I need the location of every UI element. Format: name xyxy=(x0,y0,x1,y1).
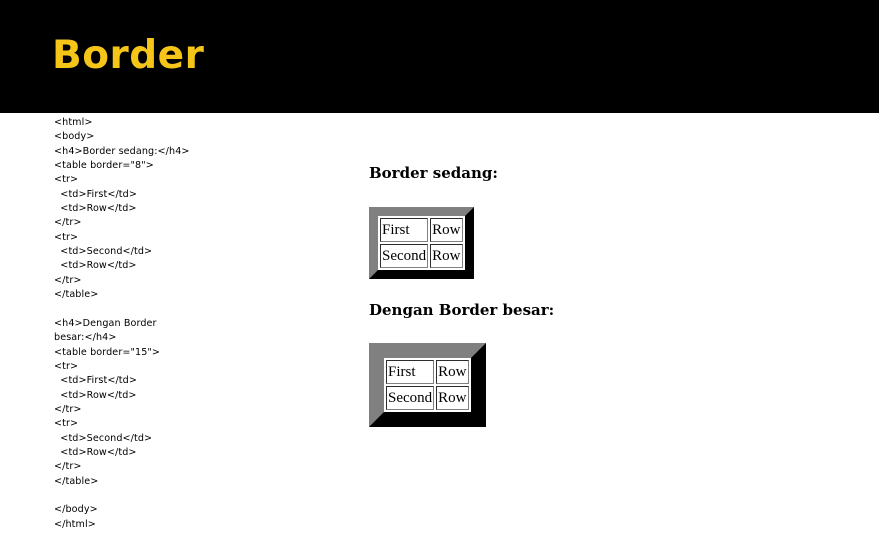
code-line: <td>Row</td> xyxy=(54,446,137,458)
preview-heading-sedang: Border sedang: xyxy=(369,164,498,182)
code-line: <h4>Border sedang:</h4> xyxy=(54,145,190,157)
code-listing: <html> <body> <h4>Border sedang:</h4> <t… xyxy=(54,116,190,532)
code-line: <tr> xyxy=(54,231,79,243)
code-line: </html> xyxy=(54,518,96,530)
table-row: First Row xyxy=(386,360,469,384)
slide-header: Border xyxy=(0,0,879,113)
table-row: First Row xyxy=(380,218,463,242)
code-line: <body> xyxy=(54,131,95,143)
code-line: <td>First</td> xyxy=(54,375,137,387)
preview-table-sedang: First Row Second Row xyxy=(369,207,474,279)
slide-title: Border xyxy=(52,33,205,78)
code-line: </table> xyxy=(54,475,99,487)
code-line: <tr> xyxy=(54,174,79,186)
code-line: <td>Row</td> xyxy=(54,389,137,401)
code-line: </tr> xyxy=(54,403,82,415)
code-line: <td>Row</td> xyxy=(54,203,137,215)
table-cell: First xyxy=(380,218,429,242)
code-line: </body> xyxy=(54,504,98,516)
code-line: <td>Second</td> xyxy=(54,432,153,444)
table-cell: Row xyxy=(436,360,469,384)
table-cell: Second xyxy=(380,244,429,268)
code-line: </tr> xyxy=(54,461,82,473)
table-cell: Second xyxy=(386,386,435,410)
code-line: <table border="15"> xyxy=(54,346,161,358)
code-line: </tr> xyxy=(54,274,82,286)
table-row: Second Row xyxy=(380,244,463,268)
code-line: </table> xyxy=(54,289,99,301)
code-line: <tr> xyxy=(54,360,79,372)
preview-heading-besar: Dengan Border besar: xyxy=(369,301,555,319)
code-line: besar:</h4> xyxy=(54,332,117,344)
code-line: <html> xyxy=(54,117,93,128)
code-line: <table border="8"> xyxy=(54,160,154,172)
table-cell: Row xyxy=(430,218,463,242)
code-line: <td>Second</td> xyxy=(54,246,153,258)
code-line: <td>First</td> xyxy=(54,188,137,200)
table-cell: First xyxy=(386,360,435,384)
code-line: <h4>Dengan Border xyxy=(54,317,157,329)
code-line: </tr> xyxy=(54,217,82,229)
table-cell: Row xyxy=(436,386,469,410)
preview-table-besar: First Row Second Row xyxy=(369,343,486,427)
table-cell: Row xyxy=(430,244,463,268)
code-line: <tr> xyxy=(54,418,79,430)
table-row: Second Row xyxy=(386,386,469,410)
code-line: <td>Row</td> xyxy=(54,260,137,272)
slide: Border <html> <body> <h4>Border sedang:<… xyxy=(0,0,879,540)
